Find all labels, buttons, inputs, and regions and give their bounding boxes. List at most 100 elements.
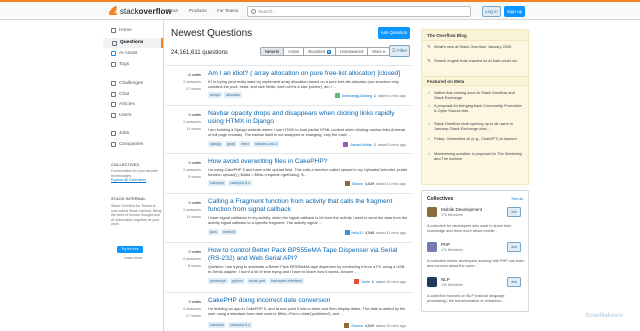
question-title-link[interactable]: Am I an idiot? ( array allocation on pur… [208, 70, 408, 78]
tag-link[interactable]: tailwind-css-4 [253, 141, 280, 147]
user-link[interactable]: Jrutie [361, 280, 370, 284]
signup-button[interactable]: Sign up [504, 6, 525, 17]
question-timestamp[interactable]: asked 5 mins ago [378, 143, 406, 147]
nav-for-teams[interactable]: For Teams [217, 8, 238, 13]
blog-item[interactable]: ✎ Search engine bots crawled so AI bots c… [427, 58, 523, 63]
tag-link[interactable]: cakephp [208, 180, 226, 186]
php-icon[interactable] [427, 242, 437, 252]
sidebar-item-questions[interactable]: Questions [103, 38, 163, 48]
vote-count: 0 votes [188, 160, 201, 165]
tab-more[interactable]: More ▾ [368, 48, 389, 55]
tab-unanswered[interactable]: Unanswered [336, 48, 369, 55]
user-link[interactable]: Sharon [351, 324, 363, 328]
question-excerpt: I have signal callbacks in my activity. … [208, 215, 408, 225]
login-button[interactable]: Log in [482, 6, 501, 17]
pencil-icon: ✎ [427, 43, 431, 49]
answer-count: 0 answers [183, 167, 201, 172]
question-owner: hello31 2,548 asked 11 mins ago [344, 230, 406, 235]
tag-link[interactable]: allocator [224, 92, 243, 98]
avatar[interactable] [344, 323, 350, 328]
question-timestamp[interactable]: asked 11 mins ago [376, 182, 406, 186]
collective-name[interactable]: PHP [441, 242, 450, 247]
sidebar-item-jobs[interactable]: Jobs [111, 131, 129, 136]
meta-item[interactable]: ▪ Modernizing curation: A proposal for Th… [427, 151, 523, 161]
tag-link[interactable]: cakephp-5.x [227, 322, 253, 328]
stackoverflow-logo[interactable]: stackoverflow [108, 5, 172, 17]
join-button[interactable]: Join [507, 277, 521, 287]
tab-bountied[interactable]: Bountied 9 [304, 48, 336, 55]
blog-item[interactable]: ✎ What's new at Stack Overflow: January 2… [427, 44, 523, 49]
collective-name[interactable]: NLP [441, 277, 450, 282]
question-timestamp[interactable]: asked 25 mins ago [376, 324, 406, 328]
avatar[interactable] [334, 93, 340, 98]
meta-item[interactable]: ▪ A proposal for bringing back Community … [427, 103, 523, 113]
filter-button[interactable]: ☰ Filter [389, 45, 410, 57]
sidebar-item-articles[interactable]: Articles [111, 102, 135, 107]
question-title-link[interactable]: CakePHP doing incorrect date conversion [208, 297, 408, 305]
see-all-collectives-link[interactable]: See all [511, 197, 523, 201]
user-link[interactable]: Sharon [352, 182, 364, 186]
question-excerpt: If I'm trying (and really want to) imple… [208, 79, 399, 89]
tag-link[interactable]: hardware-interface [269, 278, 304, 284]
question-tags: cakephp cakephp-5.x [208, 180, 253, 186]
tag-link[interactable]: django [208, 141, 224, 147]
answer-count: 0 answers [183, 306, 201, 311]
collective-name[interactable]: Mobile Development [441, 207, 482, 212]
join-button[interactable]: Join [507, 242, 521, 252]
sidebar-item-tags[interactable]: Tags [111, 62, 129, 67]
join-button[interactable]: Join [507, 207, 521, 217]
user-link[interactable]: Ashad Akhtar [350, 143, 371, 147]
sidebar-item-chat[interactable]: Chat [111, 92, 129, 97]
tag-link[interactable]: cakephp-5.x [227, 180, 253, 186]
avatar[interactable] [344, 230, 350, 235]
tab-newest[interactable]: Newest [261, 48, 284, 55]
learn-more-link[interactable]: Learn more [124, 256, 142, 260]
avatar[interactable] [344, 181, 350, 186]
question-title-link[interactable]: Calling a Fragment function from activit… [208, 198, 408, 214]
answer-count: 0 answers [183, 256, 201, 261]
users-icon [111, 113, 116, 118]
collective-members: 17k Members [441, 213, 463, 217]
meta-item[interactable]: ▪ Native Ads coming soon to Stack Overflo… [427, 90, 523, 100]
question-title-link[interactable]: How to control Better Pack BP555eMA Tape… [208, 247, 408, 263]
meta-item[interactable]: ▪ Stack Overflow chat opening up to all u… [427, 121, 523, 131]
tag-link[interactable]: javascript [208, 278, 228, 284]
sidebar-item-home[interactable]: Home [111, 28, 132, 33]
tag-link[interactable]: android [220, 229, 238, 235]
question-title-link[interactable]: Navbar opacity drops and disappears when… [208, 110, 408, 126]
nav-about[interactable]: About [166, 8, 178, 13]
sidebar-item-companies[interactable]: Companies [111, 142, 143, 147]
mobile-development-icon[interactable] [427, 207, 437, 217]
question-timestamp[interactable]: asked 11 mins ago [376, 231, 406, 235]
user-link[interactable]: hello31 [352, 231, 364, 235]
meta-item[interactable]: ▪ Policy: Generative AI (e.g., ChatGPT) i… [427, 136, 523, 141]
collective-members: 17k Members [441, 248, 463, 252]
sidebar-item-label: Users [119, 113, 132, 118]
try-for-free-button[interactable]: Try for free [117, 246, 143, 253]
tag-link[interactable]: serial-port [246, 278, 268, 284]
nav-products[interactable]: Products [189, 8, 207, 13]
question-timestamp[interactable]: asked 16 mins ago [376, 280, 406, 284]
tag-link[interactable]: gsap [225, 141, 238, 147]
avatar[interactable] [354, 279, 360, 284]
tag-link[interactable]: htmx [239, 141, 252, 147]
tab-active[interactable]: Active [284, 48, 305, 55]
tag-link[interactable]: java [208, 229, 219, 235]
explore-collectives-link[interactable]: Explore all Collectives [111, 178, 157, 183]
main-content: Newest Questions Ask Question 24,161,611… [165, 20, 412, 331]
ask-question-button[interactable]: Ask Question [378, 27, 410, 39]
search-input[interactable]: Search… [247, 6, 471, 17]
question-title-link[interactable]: How avoid overwriting files in CakePHP? [208, 158, 408, 166]
user-reputation: 1 [373, 93, 376, 98]
watermark-text: ScanMalware [585, 313, 624, 319]
sidebar-item-challenges[interactable]: Challenges [111, 81, 143, 86]
nlp-icon[interactable] [427, 277, 437, 287]
sidebar-item-ai-assist[interactable]: AI Assist [111, 51, 137, 56]
question-timestamp[interactable]: asked 4 mins ago [378, 94, 406, 98]
avatar[interactable] [343, 142, 349, 147]
tag-link[interactable]: arrays [208, 92, 223, 98]
user-link[interactable]: Antecaegg-Abraeg [342, 94, 372, 98]
tag-link[interactable]: python [229, 278, 245, 284]
tag-link[interactable]: cakephp [208, 322, 226, 328]
sidebar-item-users[interactable]: Users [111, 113, 132, 118]
